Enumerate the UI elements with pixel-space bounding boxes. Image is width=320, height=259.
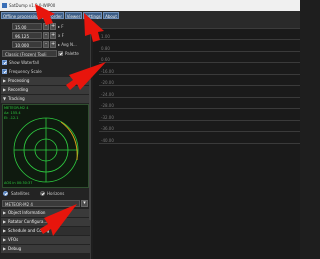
arrow-icon (35, 4, 55, 25)
annotation-arrows (35, 4, 106, 236)
arrow-icon (40, 204, 77, 236)
arrow-icon (84, 13, 104, 42)
arrow-icon (66, 62, 106, 90)
